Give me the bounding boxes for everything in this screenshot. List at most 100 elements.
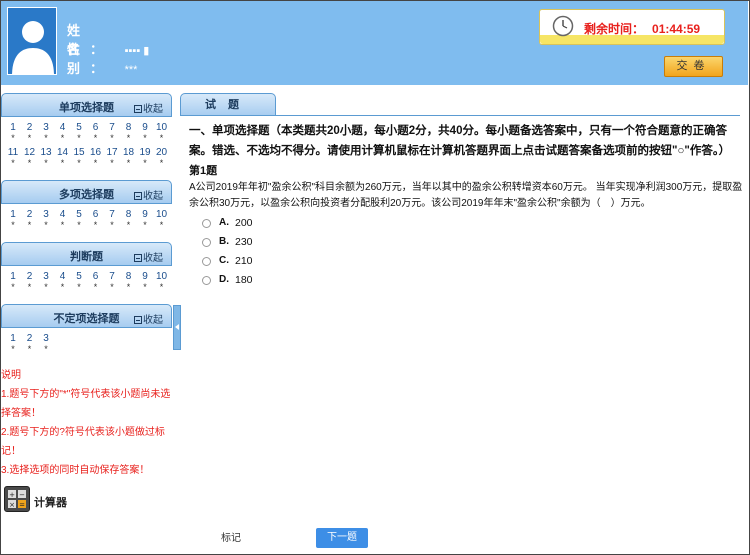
question-number-item[interactable]: 5 * <box>71 122 87 143</box>
notes-item: 1.题号下方的"*"符号代表该小题尚未选择答案！ <box>1 389 171 419</box>
unanswered-mark: * <box>77 133 81 143</box>
question-number-item[interactable]: 10 * <box>154 209 170 230</box>
question-number-item[interactable]: 3 * <box>38 122 54 143</box>
option-b[interactable]: B. 230 <box>202 235 745 254</box>
question-number-item[interactable]: 15 * <box>71 147 87 168</box>
question-number-item[interactable]: 7 * <box>104 271 120 292</box>
question-number-item[interactable]: 1 * <box>5 271 21 292</box>
question-number-item[interactable]: 2 * <box>22 122 38 143</box>
question-number-label: 13 <box>40 147 52 158</box>
unanswered-mark: * <box>110 220 114 230</box>
unanswered-mark: * <box>126 133 131 143</box>
question-number-item[interactable]: 9 * <box>137 209 153 230</box>
question-number-item[interactable]: 10 * <box>154 122 170 143</box>
option-a[interactable]: A. 200 <box>202 216 745 235</box>
radio-button[interactable] <box>202 238 211 247</box>
question-number-label: 5 <box>76 271 82 282</box>
unanswered-mark: * <box>143 282 147 292</box>
tab-questions[interactable]: 试题 <box>180 93 276 116</box>
question-number-label: 2 <box>26 122 33 133</box>
question-number-label: 9 <box>142 209 148 220</box>
notes-title: 说明 <box>1 370 21 381</box>
question-number-item[interactable]: 1 * <box>5 122 21 143</box>
question-number-item[interactable]: 1 * <box>5 333 21 354</box>
unanswered-mark: * <box>27 220 32 230</box>
question-number-item[interactable]: 10 * <box>154 271 170 292</box>
question-number-item[interactable]: 9 * <box>137 122 153 143</box>
question-number-label: 10 <box>155 209 168 220</box>
question-number-item[interactable]: 6 * <box>88 209 104 230</box>
question-number-item[interactable]: 1 * <box>5 209 21 230</box>
question-number-item[interactable]: 4 * <box>55 209 71 230</box>
notes-item: 2.题号下方的?符号代表该小题做过标记！ <box>1 427 165 457</box>
option-label: B. <box>219 236 229 247</box>
question-number-label: 4 <box>59 209 66 220</box>
question-number-item[interactable]: 3 * <box>38 209 54 230</box>
question-number-item[interactable]: 19 * <box>137 147 153 168</box>
unanswered-mark: * <box>93 133 98 143</box>
question-number-item[interactable]: 6 * <box>88 271 104 292</box>
question-number-label: 8 <box>125 271 132 282</box>
question-number-label: 9 <box>142 122 148 133</box>
question-number-item[interactable]: 6 * <box>88 122 104 143</box>
question-number-item[interactable]: 9 * <box>137 271 153 292</box>
submit-exam-button[interactable]: 交卷 <box>664 56 723 77</box>
unanswered-mark: * <box>143 220 147 230</box>
question-number-item[interactable]: 2 * <box>22 333 38 354</box>
question-number-label: 4 <box>59 122 66 133</box>
question-panel: 一、单项选择题（本类题共20小题，每小题2分，共40分。每小题备选答案中，只有一… <box>189 121 745 292</box>
question-number-item[interactable]: 16 * <box>88 147 104 168</box>
question-number-item[interactable]: 17 * <box>104 147 120 168</box>
mark-question-button[interactable]: 标记 <box>211 529 251 544</box>
question-number-item[interactable]: 14 * <box>55 147 71 168</box>
question-number-label: 16 <box>89 147 102 158</box>
question-number-item[interactable]: 3 * <box>38 333 54 354</box>
collapse-button[interactable]: 收起 <box>134 100 163 115</box>
question-number-item[interactable]: 13 * <box>38 147 54 168</box>
question-number-item[interactable]: 7 * <box>104 209 120 230</box>
collapse-button[interactable]: 收起 <box>134 311 163 326</box>
option-d[interactable]: D. 180 <box>202 273 745 292</box>
question-number-item[interactable]: 5 * <box>71 271 87 292</box>
radio-button[interactable] <box>202 276 211 285</box>
calculator-label[interactable]: 计算器 <box>34 494 67 510</box>
question-number-item[interactable]: 7 * <box>104 122 120 143</box>
option-c[interactable]: C. 210 <box>202 254 745 273</box>
question-number-label: 1 <box>10 333 16 344</box>
question-number-item[interactable]: 8 * <box>121 209 137 230</box>
unanswered-mark: * <box>27 158 32 168</box>
unanswered-mark: * <box>44 344 48 354</box>
question-number-item[interactable]: 11 * <box>5 147 21 168</box>
unanswered-mark: * <box>159 220 164 230</box>
question-number-label: 6 <box>92 271 99 282</box>
question-number-item[interactable]: 2 * <box>22 271 38 292</box>
section-heading: 一、单项选择题（本类题共20小题，每小题2分，共40分。每小题备选答案中，只有一… <box>189 125 731 157</box>
svg-text:+: + <box>9 491 15 499</box>
calculator-icon[interactable]: + − × = <box>4 486 30 512</box>
question-number-item[interactable]: 20 * <box>154 147 170 168</box>
question-number-item[interactable]: 18 * <box>121 147 137 168</box>
next-question-button[interactable]: 下一题 <box>316 528 368 548</box>
unanswered-mark: * <box>44 133 48 143</box>
question-number-item[interactable]: 8 * <box>121 271 137 292</box>
question-number-item[interactable]: 5 * <box>71 209 87 230</box>
question-number-item[interactable]: 4 * <box>55 122 71 143</box>
question-number-label: 6 <box>92 209 99 220</box>
unanswered-mark: * <box>143 158 147 168</box>
sidebar-toggle-handle[interactable] <box>173 305 181 350</box>
question-number-item[interactable]: 3 * <box>38 271 54 292</box>
section-multiple-choice: 多项选择题 收起 1 * 2 * 3 * 4 * 5 * 6 * 7 * 8 * 9 * 10 * <box>1 180 172 241</box>
question-number-item[interactable]: 4 * <box>55 271 71 292</box>
collapse-button[interactable]: 收起 <box>134 187 163 202</box>
radio-button[interactable] <box>202 257 211 266</box>
question-number-item[interactable]: 8 * <box>121 122 137 143</box>
question-stem: A公司2019年年初"盈余公积"科目余额为260万元，当年以其中的盈余公积转增资… <box>189 182 743 209</box>
question-number-item[interactable]: 2 * <box>22 209 38 230</box>
question-number-item[interactable]: 12 * <box>22 147 38 168</box>
collapse-button[interactable]: 收起 <box>134 249 163 264</box>
timer-panel: 剩余时间： 01:44:59 <box>539 9 725 45</box>
question-number-label: 11 <box>7 147 19 158</box>
radio-button[interactable] <box>202 219 211 228</box>
header-bar: 姓名： ▪▪▪▪ ▮ 性别： *** 剩余时间： 01:44:59 交卷 <box>1 1 748 85</box>
timer-label: 剩余时间： <box>584 22 645 36</box>
